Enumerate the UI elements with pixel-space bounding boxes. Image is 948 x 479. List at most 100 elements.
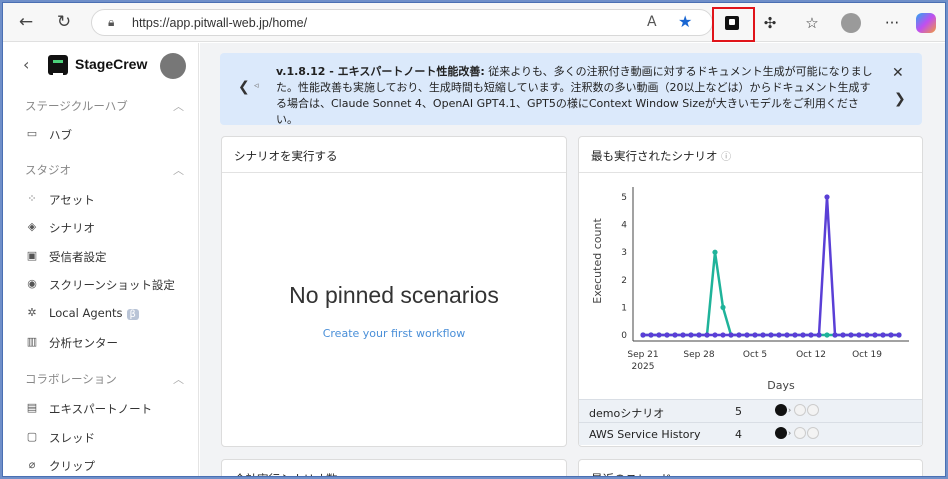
- sidebar-item-label: スレッド: [49, 431, 95, 445]
- x-tick-label: 2025: [632, 362, 655, 372]
- lock-icon: 🔒︎: [108, 15, 115, 29]
- sidebar-item-label: クリップ: [49, 459, 95, 473]
- sidebar: ‹ StageCrew ステージクルーハブ ︿ ▭ ハブ スタジオ ︿ ⁘ アセ…: [3, 43, 199, 476]
- data-point: [752, 332, 758, 338]
- y-tick-label: 3: [621, 248, 627, 258]
- read-aloud-icon[interactable]: A: [647, 14, 657, 30]
- user-avatar[interactable]: [160, 53, 186, 79]
- card-title: 合計実行シナリオ数: [222, 460, 566, 476]
- data-point: [648, 332, 654, 338]
- favorites-list-icon[interactable]: ☆: [801, 12, 823, 34]
- sidebar-item-expert-note[interactable]: ▤ エキスパートノート: [25, 399, 185, 421]
- sidebar-item-thread[interactable]: ▢ スレッド: [25, 428, 185, 450]
- recent-threads-card: 最近のスレッド: [578, 459, 923, 476]
- sidebar-item-local-agents[interactable]: ✲ Local Agents β: [25, 304, 185, 326]
- data-point: [736, 332, 742, 338]
- y-tick-label: 1: [621, 303, 627, 313]
- sidebar-item-label: エキスパートノート: [49, 402, 153, 416]
- data-point: [896, 332, 902, 338]
- data-point: [840, 332, 846, 338]
- data-point: [720, 304, 726, 310]
- data-point: [880, 332, 886, 338]
- collapse-sidebar-icon[interactable]: ‹: [23, 55, 29, 74]
- data-point: [856, 332, 862, 338]
- aws-icon: [793, 427, 806, 439]
- back-icon[interactable]: ←: [15, 11, 37, 33]
- data-point: [872, 332, 878, 338]
- create-workflow-link[interactable]: Create your first workflow: [222, 327, 566, 340]
- camera-icon: ◉: [27, 277, 37, 290]
- chevron-up-icon[interactable]: ︿: [173, 98, 184, 114]
- stagecrew-icon: [775, 404, 787, 416]
- sidebar-item-label: Local Agents β: [49, 306, 139, 320]
- beta-badge: β: [126, 309, 139, 320]
- folder-icon: ▭: [26, 127, 38, 140]
- chip-icon: ✲: [27, 306, 37, 319]
- extensions-puzzle-icon[interactable]: ✣: [759, 12, 781, 34]
- refresh-icon[interactable]: ↻: [53, 11, 75, 33]
- data-point: [696, 332, 702, 338]
- chevron-right-icon[interactable]: ❯: [894, 91, 906, 107]
- sidebar-item-label: ハブ: [49, 128, 72, 142]
- data-point: [800, 332, 806, 338]
- series-line-0: [643, 252, 899, 337]
- address-bar[interactable]: 🔒︎ https://app.pitwall-web.jp/home/ A ★: [91, 9, 713, 36]
- section-hub-title[interactable]: ステージクルーハブ: [25, 98, 128, 114]
- table-row[interactable]: demoシナリオ 5 ›: [579, 399, 922, 422]
- sidebar-item-scenario[interactable]: ◈ シナリオ: [25, 218, 185, 240]
- chevron-left-icon[interactable]: ❮: [238, 79, 250, 95]
- chevron-up-icon[interactable]: ︿: [173, 371, 184, 387]
- total-runs-card: 合計実行シナリオ数: [221, 459, 567, 476]
- execution-line-chart: 0 1 2 3 4 5 Sep 21 2025 Sep 28 Oct 5 Oct 12 Oct 19 D…: [591, 187, 909, 392]
- bar-chart-icon: ▥: [26, 335, 38, 348]
- browser-toolbar: ← ↻ 🔒︎ https://app.pitwall-web.jp/home/ …: [3, 3, 945, 42]
- section-studio-title[interactable]: スタジオ: [25, 162, 71, 178]
- sidebar-item-hub[interactable]: ▭ ハブ: [25, 125, 185, 147]
- layers-icon: ◈: [27, 220, 37, 233]
- data-point: [664, 332, 670, 338]
- x-tick-label: Oct 19: [852, 350, 882, 360]
- release-notice-banner: ❮ ◃ v.1.8.12 - エキスパートノート性能改善: 従来よりも、多くの注…: [220, 53, 922, 126]
- table-row[interactable]: AWS Service History 4 ›: [579, 422, 922, 445]
- data-point: [848, 332, 854, 338]
- sidebar-item-label: 受信者設定: [49, 250, 107, 264]
- data-point: [712, 249, 718, 255]
- sidebar-item-label: 分析センター: [49, 336, 118, 350]
- x-tick-label: Sep 21: [627, 350, 658, 360]
- note-icon: ▤: [26, 401, 38, 414]
- profile-avatar[interactable]: [841, 13, 861, 33]
- most-run-scenarios-card: 最も実行されたシナリオ ⓘ 0 1 2 3 4 5 Sep 21 2025 Sep 28 Oct …: [578, 136, 923, 447]
- section-collab-title[interactable]: コラボレーション: [25, 371, 117, 387]
- megaphone-icon: ◃: [254, 81, 259, 91]
- pinned-scenarios-card: シナリオを実行する No pinned scenarios Create you…: [221, 136, 567, 447]
- sidebar-item-analytics[interactable]: ▥ 分析センター: [25, 333, 185, 355]
- info-icon[interactable]: ⓘ: [721, 152, 731, 163]
- sidebar-item-recipient-settings[interactable]: ▣ 受信者設定: [25, 247, 185, 269]
- x-tick-label: Oct 5: [743, 350, 767, 360]
- copilot-icon[interactable]: [916, 13, 936, 33]
- y-tick-label: 4: [621, 221, 627, 231]
- notice-title: v.1.8.12 - エキスパートノート性能改善:: [276, 65, 485, 78]
- data-point: [744, 332, 750, 338]
- sidebar-item-clip[interactable]: ⌀ クリップ: [25, 456, 185, 476]
- google-icon: [806, 404, 819, 416]
- x-tick-label: Oct 12: [796, 350, 826, 360]
- most-run-table: demoシナリオ 5 › AWS Service History 4 ›: [579, 399, 922, 445]
- data-point: [792, 332, 798, 338]
- close-icon[interactable]: ✕: [892, 65, 904, 81]
- stagecrew-extension-icon[interactable]: [725, 16, 739, 30]
- x-axis-label: Days: [767, 379, 795, 392]
- grid-icon: ⁘: [27, 192, 37, 205]
- more-menu-icon[interactable]: ···: [881, 12, 903, 34]
- x-tick-label: Sep 28: [683, 350, 715, 360]
- chevron-up-icon[interactable]: ︿: [173, 162, 184, 178]
- y-axis-label: Executed count: [591, 218, 604, 304]
- sidebar-item-screenshot-settings[interactable]: ◉ スクリーンショット設定: [25, 275, 185, 297]
- data-point: [824, 194, 830, 200]
- favorite-star-icon[interactable]: ★: [678, 12, 692, 31]
- data-point: [824, 332, 830, 338]
- main-content: ❮ ◃ v.1.8.12 - エキスパートノート性能改善: 従来よりも、多くの注…: [200, 43, 945, 476]
- data-point: [888, 332, 894, 338]
- sidebar-item-assets[interactable]: ⁘ アセット: [25, 190, 185, 212]
- stagecrew-icon: [775, 427, 787, 439]
